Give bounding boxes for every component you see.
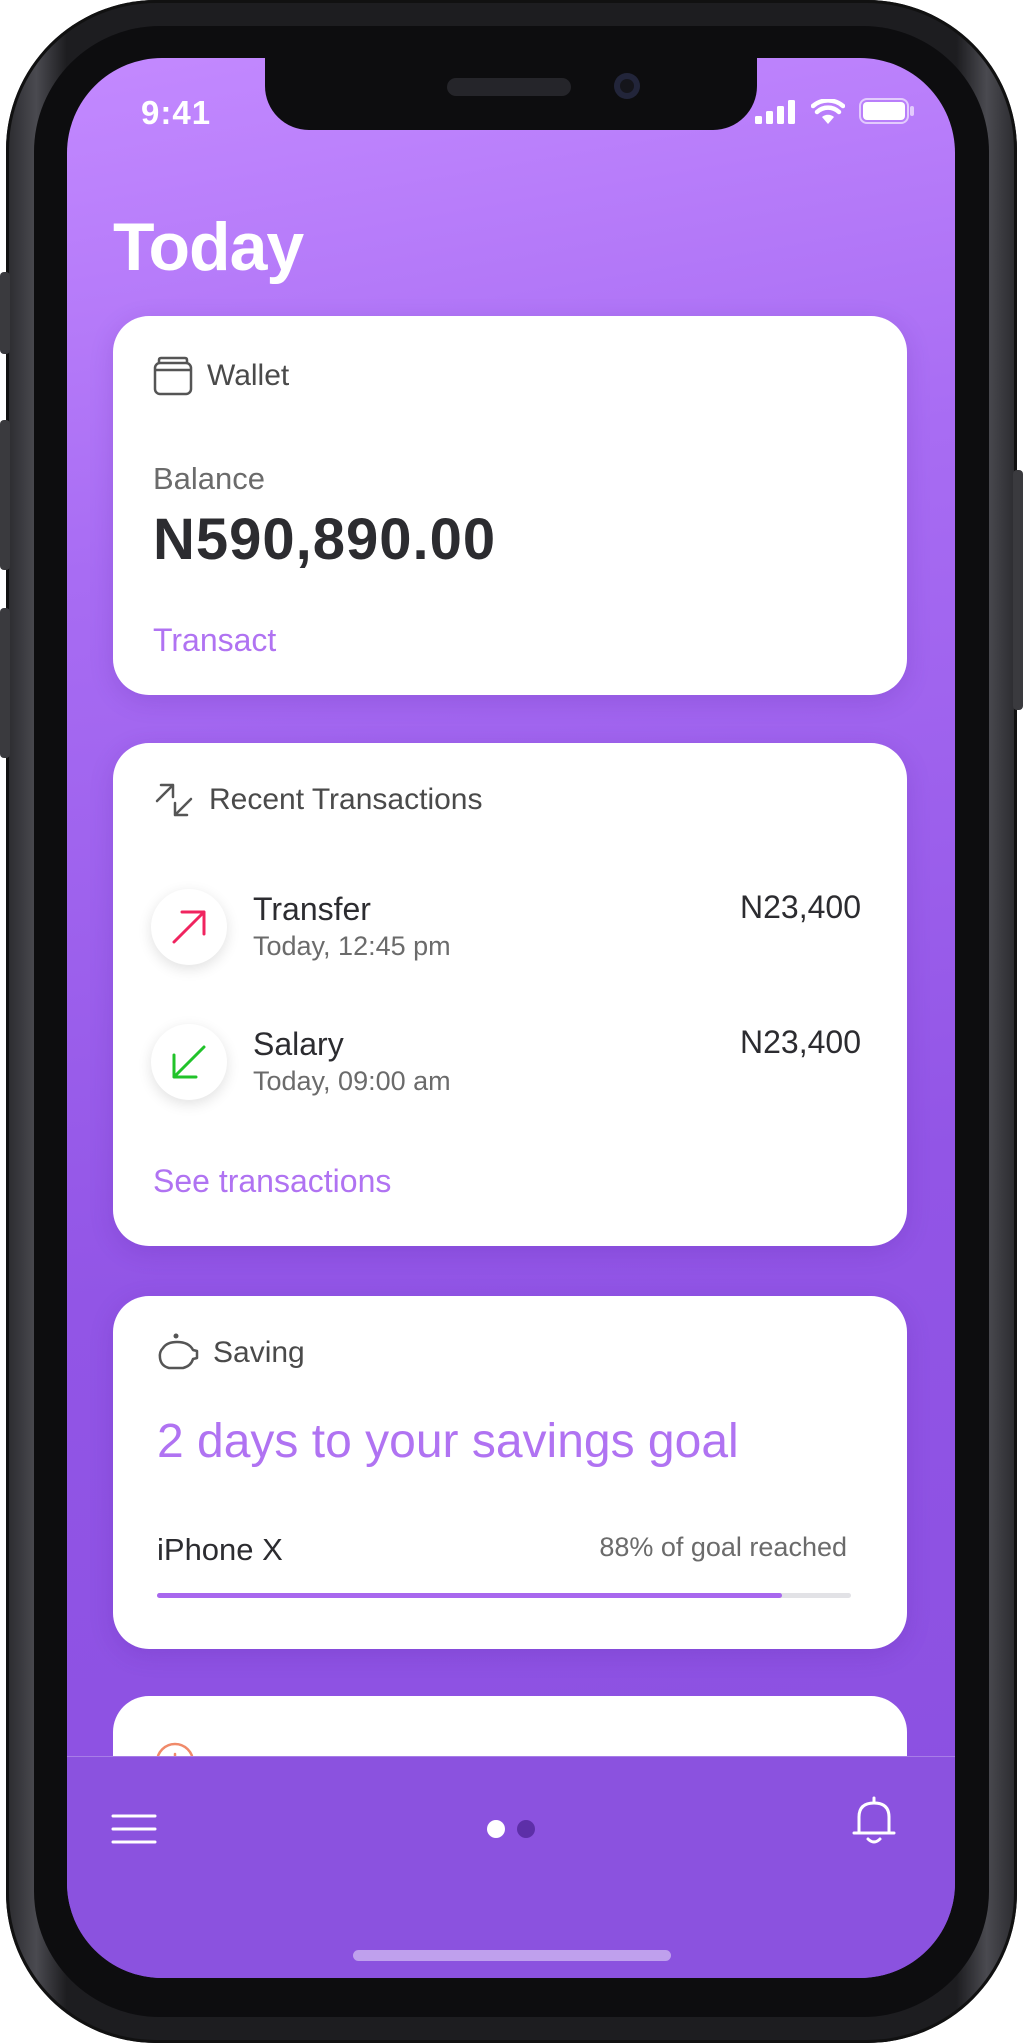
saving-card-header: Saving <box>157 1332 305 1374</box>
notch <box>265 58 757 130</box>
volume-down-button <box>0 608 10 758</box>
app-screen: 9:41 Today Wallet Balance N590,890.00 Tr… <box>67 58 955 1978</box>
swap-arrows-icon <box>155 783 193 817</box>
transaction-amount: N23,400 <box>740 1024 861 1060</box>
saving-label: Saving <box>213 1336 305 1369</box>
page-indicator-dot[interactable] <box>517 1820 535 1838</box>
piggy-bank-icon <box>158 1333 199 1370</box>
recent-transactions-card: Recent Transactions Transfer Today, 12:4… <box>113 743 907 1246</box>
savings-progress-fill <box>157 1593 782 1598</box>
mute-switch <box>0 272 10 354</box>
arrow-down-left-icon <box>172 1045 206 1079</box>
transaction-item-transfer[interactable]: Transfer Today, 12:45 pm N23,400 <box>151 889 861 969</box>
wallet-card-header: Wallet <box>153 356 289 396</box>
transaction-name: Salary <box>253 1026 344 1062</box>
front-camera <box>614 73 640 99</box>
volume-up-button <box>0 420 10 570</box>
transaction-name: Transfer <box>253 891 371 927</box>
savings-progress-bar <box>157 1593 851 1598</box>
bell-icon[interactable] <box>851 1795 897 1845</box>
transact-link[interactable]: Transact <box>153 622 276 659</box>
balance-label: Balance <box>153 461 266 496</box>
savings-goal-item: iPhone X <box>157 1532 283 1567</box>
transaction-time: Today, 09:00 am <box>253 1066 451 1096</box>
wallet-card[interactable]: Wallet Balance N590,890.00 Transact <box>113 316 907 695</box>
recent-transactions-label: Recent Transactions <box>209 783 483 816</box>
wallet-icon <box>153 356 193 396</box>
page-indicator-dot-active[interactable] <box>487 1820 505 1838</box>
home-indicator[interactable] <box>353 1950 671 1961</box>
wallet-label: Wallet <box>207 359 290 392</box>
transaction-icon-badge <box>151 889 227 965</box>
savings-goal-text: 2 days to your savings goal <box>157 1415 739 1468</box>
balance-value: N590,890.00 <box>153 507 497 572</box>
transaction-icon-badge <box>151 1024 227 1100</box>
menu-icon[interactable] <box>111 1813 157 1845</box>
page-title: Today <box>113 209 304 285</box>
saving-card[interactable]: Saving 2 days to your savings goal iPhon… <box>113 1296 907 1649</box>
wifi-icon <box>811 99 845 124</box>
power-button <box>1013 470 1023 710</box>
speaker-grille <box>447 78 571 96</box>
cellular-signal-icon <box>755 100 795 124</box>
transaction-item-salary[interactable]: Salary Today, 09:00 am N23,400 <box>151 1024 861 1104</box>
see-transactions-link[interactable]: See transactions <box>153 1163 391 1200</box>
bottom-tab-bar <box>67 1756 955 1978</box>
transaction-amount: N23,400 <box>740 889 861 925</box>
transaction-time: Today, 12:45 pm <box>253 931 451 961</box>
savings-goal-progress-text: 88% of goal reached <box>599 1532 847 1562</box>
battery-icon <box>859 98 914 124</box>
arrow-up-right-icon <box>172 910 206 944</box>
status-icons <box>755 98 915 124</box>
status-time: 9:41 <box>141 94 212 131</box>
recent-transactions-header: Recent Transactions <box>153 779 482 821</box>
